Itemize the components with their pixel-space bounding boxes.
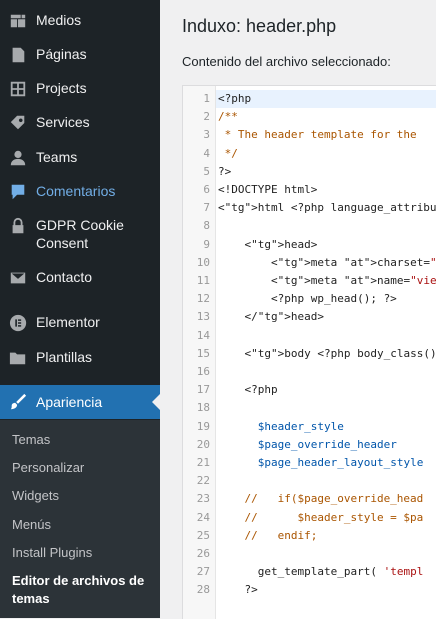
sidebar-item-label: Apariencia xyxy=(36,394,103,410)
code-line: // $header_style = $pa xyxy=(218,510,424,524)
sidebar-item-teams[interactable]: Teams xyxy=(0,148,160,166)
sidebar-item-label: Projects xyxy=(36,80,87,96)
code-line: $page_header_layout_style xyxy=(257,456,424,469)
line-number: 23 xyxy=(196,492,210,506)
code-line: $page_override_header xyxy=(257,437,397,451)
code-line: // if($page_override_head xyxy=(218,492,424,506)
submenu-item-personalizar[interactable]: Personalizar xyxy=(12,459,152,477)
page-title: Induxo: header.php xyxy=(182,16,337,36)
tag-icon xyxy=(8,113,28,133)
line-number: 22 xyxy=(196,474,210,488)
code-line: <"tg">html <?php language_attributes xyxy=(218,201,436,215)
line-number: 9 xyxy=(203,237,210,251)
line-number: 10 xyxy=(196,255,210,269)
comment-icon xyxy=(8,182,28,202)
code-line: ?> xyxy=(218,583,258,597)
line-number: 19 xyxy=(196,419,210,433)
code-line: <!DOCTYPE html> xyxy=(218,183,318,196)
code-line: <?php xyxy=(218,92,252,105)
submenu-item-temas[interactable]: Temas xyxy=(12,431,152,449)
code-line: /** xyxy=(218,110,238,124)
line-number: 16 xyxy=(196,365,210,378)
grid-icon xyxy=(8,79,28,99)
code-line: $header_style xyxy=(257,419,344,433)
line-number: 12 xyxy=(196,292,210,306)
code-line: */ xyxy=(218,146,238,160)
line-number: 13 xyxy=(196,310,210,324)
submenu-item-widgets[interactable]: Widgets xyxy=(12,487,152,505)
elementor-icon xyxy=(8,313,28,333)
sidebar-item-comentarios[interactable]: Comentarios xyxy=(0,182,160,200)
sidebar-item-label: Comentarios xyxy=(36,183,116,199)
sidebar-item-label: GDPR Cookie Consent xyxy=(36,217,124,251)
sidebar-item-services[interactable]: Services xyxy=(0,113,160,131)
line-number: 1 xyxy=(203,92,210,105)
sidebar-item-label: Plantillas xyxy=(36,349,93,365)
brush-icon xyxy=(8,392,28,412)
line-number: 6 xyxy=(203,183,210,196)
line-number: 26 xyxy=(196,547,210,560)
submenu-item-theme-file-editor[interactable]: Editor de archivos de temas xyxy=(12,572,152,608)
code-editor[interactable]: 1 2 3 4 5 6 7 8 9 10 11 12 13 14 15 16 17 18 19 20 21 22 23 24 2… xyxy=(182,85,436,619)
code-line: <"tg">head> xyxy=(218,237,318,251)
line-number: 8 xyxy=(203,219,210,233)
sidebar-item-paginas[interactable]: Páginas xyxy=(0,45,160,63)
sidebar-item-apariencia[interactable]: Apariencia xyxy=(0,385,160,419)
line-number: 15 xyxy=(196,346,210,360)
code-line: ?> xyxy=(218,164,232,178)
code-line: <"tg">meta "at">name="viewport" c xyxy=(218,274,436,287)
sidebar-item-label: Contacto xyxy=(36,269,93,285)
user-icon xyxy=(8,148,28,168)
code-line: <"tg">meta "at">charset="<?php bl xyxy=(218,255,436,269)
sidebar-item-projects[interactable]: Projects xyxy=(0,79,160,97)
sidebar-item-label: Medios xyxy=(36,12,82,28)
current-menu-arrow xyxy=(152,394,160,410)
code-line: <"tg">body <?php body_class(); ? xyxy=(218,346,436,360)
sidebar-item-medios[interactable]: Medios xyxy=(0,11,160,29)
appearance-submenu: Temas Personalizar Widgets Menús Install… xyxy=(0,420,160,618)
line-number: 24 xyxy=(196,510,210,524)
file-content-label: Contenido del archivo seleccionado: xyxy=(182,54,391,69)
line-number: 28 xyxy=(196,583,210,597)
line-number: 20 xyxy=(196,437,210,451)
sidebar-item-elementor[interactable]: Elementor xyxy=(0,313,160,333)
line-number-gutter: 1 2 3 4 5 6 7 8 9 10 11 12 13 14 15 16 17 18 19 20 21 22 23 24 2… xyxy=(183,86,216,619)
submenu-item-menus[interactable]: Menús xyxy=(12,516,152,534)
folder-icon xyxy=(8,348,28,368)
lock-icon xyxy=(8,216,28,236)
code-line: <?php xyxy=(218,383,278,397)
code-line: <?php wp_head(); ?> xyxy=(218,292,397,306)
sidebar-item-label: Páginas xyxy=(36,46,87,62)
sidebar-item-contacto[interactable]: Contacto xyxy=(0,268,160,286)
code-line: get_template_part( 'templ xyxy=(218,565,424,579)
sidebar-item-plantillas[interactable]: Plantillas xyxy=(0,348,160,366)
sidebar-item-label: Elementor xyxy=(36,314,100,330)
line-number: 14 xyxy=(196,328,210,342)
line-number: 18 xyxy=(196,401,210,415)
line-number: 2 xyxy=(203,110,210,124)
line-number: 7 xyxy=(203,201,210,215)
line-number: 11 xyxy=(196,274,210,287)
line-number: 27 xyxy=(196,565,210,579)
code-line: </"tg">head> xyxy=(218,310,324,324)
sidebar-item-label: Services xyxy=(36,114,90,130)
media-icon xyxy=(8,11,28,31)
admin-sidebar: Medios Páginas Projects Services Teams C… xyxy=(0,0,160,618)
sidebar-item-label: Teams xyxy=(36,149,78,165)
line-number: 3 xyxy=(203,128,210,142)
line-number: 5 xyxy=(203,164,210,178)
code-line: // endif; xyxy=(218,528,318,542)
sidebar-item-gdpr-cookie-consent[interactable]: GDPR Cookie Consent xyxy=(0,216,160,252)
line-number: 21 xyxy=(196,456,210,469)
line-number: 25 xyxy=(196,528,210,542)
pages-icon xyxy=(8,45,28,65)
mail-icon xyxy=(8,268,28,288)
code-line: * The header template for the xyxy=(218,128,417,142)
main-content: Induxo: header.php Contenido del archivo… xyxy=(160,0,436,619)
line-number: 4 xyxy=(203,146,210,160)
submenu-item-install-plugins[interactable]: Install Plugins xyxy=(12,544,152,562)
line-number: 17 xyxy=(196,383,210,397)
